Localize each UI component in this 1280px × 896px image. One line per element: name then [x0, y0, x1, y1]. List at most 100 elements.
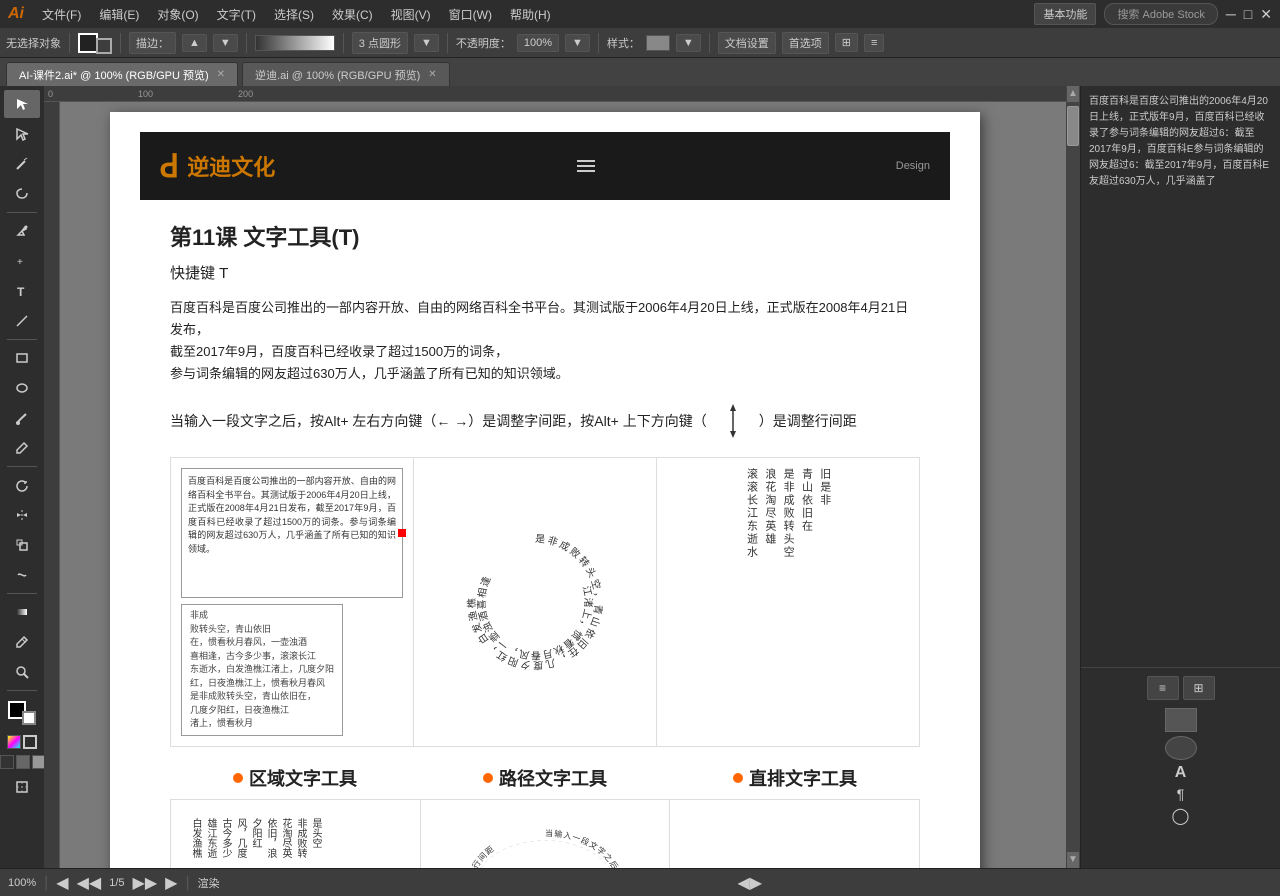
preferences-btn[interactable]: 首选项 [782, 32, 829, 54]
status-arrow-left[interactable]: ◀ [737, 873, 749, 893]
point-dropdown[interactable]: ▼ [414, 34, 439, 52]
stroke-up-btn[interactable]: ▲ [182, 34, 207, 52]
pencil-tool[interactable] [4, 434, 40, 462]
workspace-dropdown[interactable]: 基本功能 [1034, 3, 1096, 25]
scroll-thumb[interactable] [1067, 106, 1079, 146]
selection-tool[interactable] [4, 90, 40, 118]
nav-prev-btn[interactable]: ◀ [56, 873, 68, 893]
lasso-tool[interactable] [4, 180, 40, 208]
stroke-swatch[interactable] [22, 711, 36, 725]
opacity-value[interactable]: 100% [517, 34, 559, 52]
align-btn[interactable]: ⊞ [835, 33, 858, 52]
logo-area: ꓒ 逆迪文化 Design [140, 132, 950, 200]
right-btn-2[interactable]: ⊞ [1183, 676, 1215, 700]
toolbar-sep-6 [598, 33, 599, 53]
tab-0-close[interactable]: ✕ [217, 69, 225, 80]
opacity-dropdown[interactable]: ▼ [565, 34, 590, 52]
poem-text-8: 几度夕阳红，日夜渔樵江 [190, 704, 334, 718]
menu-select[interactable]: 选择(S) [266, 4, 322, 25]
type-tool[interactable]: T [4, 277, 40, 305]
poem-text-5: 东逝水，白发渔樵江渚上，几度夕阳 [190, 663, 334, 677]
demo-path-text: 是非成败转头空，青山依旧在，几度夕阳红，白发渔樵 江渚上，惯看秋月春风，一壶浊酒… [414, 458, 657, 746]
menu-help[interactable]: 帮助(H) [502, 4, 559, 25]
nav-next-btn[interactable]: ▶ [165, 873, 177, 893]
scale-tool[interactable] [4, 531, 40, 559]
minimize-btn[interactable]: ─ [1226, 6, 1236, 22]
tab-0[interactable]: AI-课件2.ai* @ 100% (RGB/GPU 预览) ✕ [6, 62, 238, 86]
menu-object[interactable]: 对象(O) [149, 4, 206, 25]
canvas-area[interactable]: 0 100 200 ꓒ 逆迪文化 [44, 86, 1080, 868]
right-text-content: 百度百科是百度公司推出的2006年4月20日上线，正式版年9月，百度百科已经收录… [1089, 94, 1272, 190]
color-btn[interactable] [7, 735, 21, 749]
status-arrow-right[interactable]: ▶ [750, 873, 762, 893]
paintbrush-tool[interactable] [4, 404, 40, 432]
poem-box: 非成 败转头空，青山依旧 在，惯看秋月春风，一壶浊酒 喜相逢，古今多少事，滚滚长… [181, 604, 343, 736]
point-type[interactable]: 3 点圆形 [352, 32, 408, 54]
tools-sep-3 [7, 466, 37, 467]
pen-tool[interactable] [4, 217, 40, 245]
stroke-color[interactable] [78, 33, 98, 53]
style-swatch[interactable] [646, 35, 670, 51]
none-btn[interactable] [23, 735, 37, 749]
nav-last-btn[interactable]: ▶▶ [133, 873, 158, 893]
stroke-gradient[interactable] [255, 35, 335, 51]
menu-file[interactable]: 文件(F) [34, 4, 89, 25]
fill-stroke-swatches[interactable] [6, 699, 38, 727]
right-panel-tools: ≡ ⊞ A ¶ ◯ [1081, 668, 1280, 868]
warp-tool[interactable] [4, 561, 40, 589]
nav-first-btn[interactable]: ◀◀ [77, 873, 102, 893]
direct-selection-tool[interactable] [4, 120, 40, 148]
add-anchor-tool[interactable]: + [4, 247, 40, 275]
v-scrollbar[interactable]: ▲ ▼ [1066, 86, 1080, 868]
right-btn-1[interactable]: ≡ [1147, 676, 1179, 700]
status-nav-btns: ◀ ▶ [228, 873, 1272, 893]
doc-settings-btn[interactable]: 文档设置 [718, 32, 776, 54]
magic-wand-tool[interactable] [4, 150, 40, 178]
tools-sep-5 [7, 690, 37, 691]
zoom-level[interactable]: 100% [8, 877, 36, 889]
vertical-label-cell: 直排文字工具 [670, 757, 920, 799]
fill-color[interactable] [96, 38, 112, 54]
stroke-down-btn[interactable]: ▼ [213, 34, 238, 52]
right-btn-rect[interactable] [1165, 708, 1197, 732]
ellipse-tool[interactable] [4, 374, 40, 402]
artboard-tool[interactable] [4, 773, 40, 801]
menu-view[interactable]: 视图(V) [383, 4, 439, 25]
style-dropdown[interactable]: ▼ [676, 34, 701, 52]
gradient-tool[interactable] [4, 598, 40, 626]
menu-effect[interactable]: 效果(C) [324, 4, 381, 25]
tab-1[interactable]: 逆迪.ai @ 100% (RGB/GPU 预览) ✕ [242, 62, 450, 86]
maximize-btn[interactable]: □ [1244, 6, 1252, 22]
right-btn-A[interactable]: A [1175, 764, 1187, 782]
hamburger-menu[interactable] [577, 160, 595, 172]
screen-mode[interactable] [16, 755, 30, 769]
lesson-title: 第11课 文字工具(T) [170, 220, 920, 252]
scroll-down-btn[interactable]: ▼ [1067, 852, 1079, 868]
main-layout: + T [0, 86, 1280, 868]
zoom-tool[interactable] [4, 658, 40, 686]
right-btn-circle2[interactable]: ◯ [1172, 806, 1190, 826]
vert-area-col-8: 非成败转 [294, 818, 307, 868]
close-btn[interactable]: ✕ [1260, 6, 1272, 23]
poem-text-2: 败转头空，青山依旧 [190, 623, 334, 637]
rotate-tool[interactable] [4, 471, 40, 499]
shortcut-line: 快捷键 T [170, 262, 920, 283]
menu-text[interactable]: 文字(T) [209, 4, 264, 25]
right-btn-circle[interactable] [1165, 736, 1197, 760]
normal-mode[interactable] [0, 755, 14, 769]
stock-search[interactable]: 搜索 Adobe Stock [1104, 3, 1217, 25]
menu-edit[interactable]: 编辑(E) [91, 4, 147, 25]
scroll-up-btn[interactable]: ▲ [1067, 86, 1079, 102]
reflect-tool[interactable] [4, 501, 40, 529]
render-mode: 渲染 [198, 875, 220, 891]
line-tool[interactable] [4, 307, 40, 335]
rectangle-tool[interactable] [4, 344, 40, 372]
eyedropper-tool[interactable] [4, 628, 40, 656]
right-btn-para[interactable]: ¶ [1177, 786, 1185, 802]
right-panel-text: 百度百科是百度公司推出的2006年4月20日上线，正式版年9月，百度百科已经收录… [1081, 86, 1280, 668]
arrange-btn[interactable]: ≡ [864, 34, 884, 52]
menu-window[interactable]: 窗口(W) [441, 4, 500, 25]
tab-1-close[interactable]: ✕ [428, 69, 436, 80]
stroke-label: 描边： [129, 32, 176, 54]
right-panel: 百度百科是百度公司推出的2006年4月20日上线，正式版年9月，百度百科已经收录… [1080, 86, 1280, 868]
